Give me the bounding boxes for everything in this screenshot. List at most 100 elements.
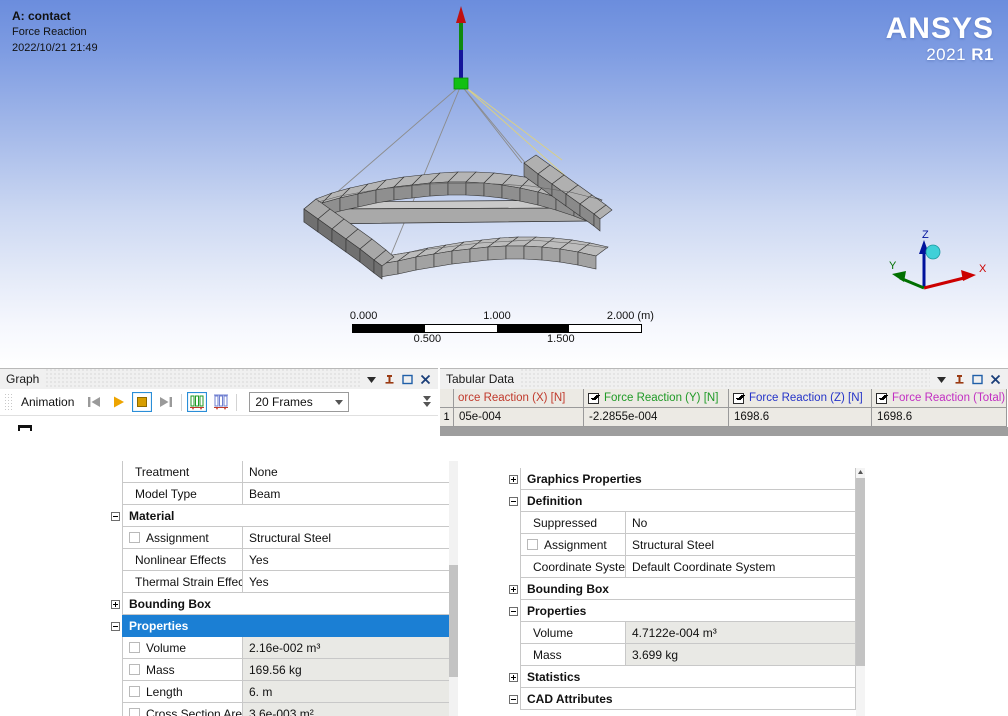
toolbar-overflow-icon[interactable]: [421, 392, 433, 412]
property-category-label[interactable]: Statistics: [520, 666, 856, 688]
property-category-row[interactable]: CAD Attributes: [506, 688, 856, 710]
right-details-property-grid[interactable]: Graphics Properties Definition Suppressed N…: [506, 468, 856, 710]
property-row[interactable]: Volume 4.7122e-004 m³: [506, 622, 856, 644]
step-forward-icon[interactable]: [156, 392, 176, 412]
property-row[interactable]: Suppressed No: [506, 512, 856, 534]
property-value-cell[interactable]: 169.56 kg: [242, 659, 454, 681]
property-value-cell[interactable]: 3.6e-003 m²: [242, 703, 454, 716]
table-cell[interactable]: 05e-004: [454, 408, 584, 427]
stop-icon[interactable]: [132, 391, 153, 413]
property-row[interactable]: Assignment Structural Steel: [108, 527, 454, 549]
property-category-row[interactable]: Definition: [506, 490, 856, 512]
expand-icon[interactable]: [508, 584, 518, 594]
property-category-label[interactable]: Properties: [520, 600, 856, 622]
table-row[interactable]: 1 05e-004 -2.2855e-004 1698.6 1698.6: [440, 408, 1008, 427]
property-expander[interactable]: [506, 578, 520, 600]
property-category-row[interactable]: Properties: [108, 615, 454, 637]
collapse-icon[interactable]: [508, 694, 518, 704]
frames-dropdown[interactable]: 20 Frames: [249, 392, 350, 412]
tabular-data-grid[interactable]: orce Reaction (X) [N] Force Reaction (Y) …: [440, 389, 1008, 427]
axis-triad[interactable]: Z X Y: [880, 228, 990, 298]
property-row[interactable]: Coordinate System Default Coordinate Syst…: [506, 556, 856, 578]
property-category-label[interactable]: CAD Attributes: [520, 688, 856, 710]
distribute-bars-icon[interactable]: [187, 391, 208, 413]
property-row[interactable]: Model Type Beam: [108, 483, 454, 505]
property-value-cell[interactable]: No: [625, 512, 856, 534]
property-value-cell[interactable]: 2.16e-002 m³: [242, 637, 454, 659]
property-checkbox[interactable]: [129, 686, 140, 697]
tabular-column-header[interactable]: Force Reaction (Z) [N]: [729, 389, 872, 408]
left-details-property-grid[interactable]: Treatment None Model Type Beam Material Assig…: [108, 461, 454, 716]
table-cell[interactable]: -2.2855e-004: [584, 408, 729, 427]
property-category-row[interactable]: Material: [108, 505, 454, 527]
property-row[interactable]: Mass 3.699 kg: [506, 644, 856, 666]
row-index-cell[interactable]: 1: [440, 408, 454, 427]
tabular-corner-cell[interactable]: [440, 389, 454, 408]
property-category-row[interactable]: Bounding Box: [108, 593, 454, 615]
property-value-cell[interactable]: 6. m: [242, 681, 454, 703]
expand-icon[interactable]: [508, 672, 518, 682]
table-cell[interactable]: 1698.6: [872, 408, 1007, 427]
property-category-label[interactable]: Bounding Box: [520, 578, 856, 600]
property-value-cell[interactable]: 4.7122e-004 m³: [625, 622, 856, 644]
property-value-cell[interactable]: 3.699 kg: [625, 644, 856, 666]
property-checkbox[interactable]: [129, 664, 140, 675]
property-category-label[interactable]: Material: [122, 505, 454, 527]
pin-icon[interactable]: [384, 374, 395, 385]
property-value-cell[interactable]: Yes: [242, 571, 454, 593]
property-category-row[interactable]: Bounding Box: [506, 578, 856, 600]
property-value-cell[interactable]: Beam: [242, 483, 454, 505]
play-icon[interactable]: [108, 392, 128, 412]
property-checkbox[interactable]: [129, 708, 140, 716]
property-value-cell[interactable]: Default Coordinate System: [625, 556, 856, 578]
left-grid-scrollbar-thumb[interactable]: [449, 565, 458, 677]
property-category-row[interactable]: Properties: [506, 600, 856, 622]
property-row[interactable]: Nonlinear Effects Yes: [108, 549, 454, 571]
property-row[interactable]: Thermal Strain Effects Yes: [108, 571, 454, 593]
maximize-icon[interactable]: [972, 374, 983, 385]
right-grid-scrollbar-thumb[interactable]: [856, 478, 865, 666]
property-expander[interactable]: [108, 505, 122, 527]
property-expander[interactable]: [108, 593, 122, 615]
property-row[interactable]: Mass 169.56 kg: [108, 659, 454, 681]
property-category-label[interactable]: Graphics Properties: [520, 468, 856, 490]
tabular-column-header[interactable]: Force Reaction (Total): [872, 389, 1007, 408]
column-visibility-checkbox[interactable]: [876, 392, 887, 404]
distribute-bars-alt-icon[interactable]: [211, 392, 231, 412]
property-value-cell[interactable]: Structural Steel: [242, 527, 454, 549]
property-expander[interactable]: [506, 600, 520, 622]
property-expander[interactable]: [506, 490, 520, 512]
expand-icon[interactable]: [508, 474, 518, 484]
property-expander[interactable]: [108, 615, 122, 637]
table-cell[interactable]: 1698.6: [729, 408, 872, 427]
column-visibility-checkbox[interactable]: [733, 392, 744, 404]
chevron-down-icon[interactable]: [366, 374, 377, 385]
property-category-label[interactable]: Properties: [122, 615, 454, 637]
collapse-icon[interactable]: [110, 621, 120, 631]
property-row[interactable]: Length 6. m: [108, 681, 454, 703]
column-visibility-checkbox[interactable]: [588, 392, 599, 404]
tabular-horizontal-scrollbar[interactable]: [440, 427, 1008, 436]
close-icon[interactable]: [990, 374, 1001, 385]
expand-icon[interactable]: [110, 599, 120, 609]
property-category-row[interactable]: Graphics Properties: [506, 468, 856, 490]
property-expander[interactable]: [506, 688, 520, 710]
property-value-cell[interactable]: Yes: [242, 549, 454, 571]
property-category-row[interactable]: Statistics: [506, 666, 856, 688]
scroll-up-icon[interactable]: [856, 468, 865, 477]
tabular-column-header[interactable]: Force Reaction (Y) [N]: [584, 389, 729, 408]
property-category-label[interactable]: Definition: [520, 490, 856, 512]
property-value-cell[interactable]: Structural Steel: [625, 534, 856, 556]
property-checkbox[interactable]: [527, 539, 538, 550]
tabular-column-header[interactable]: orce Reaction (X) [N]: [454, 389, 584, 408]
property-expander[interactable]: [506, 666, 520, 688]
step-back-icon[interactable]: [84, 392, 104, 412]
property-row[interactable]: Treatment None: [108, 461, 454, 483]
property-row[interactable]: Assignment Structural Steel: [506, 534, 856, 556]
property-expander[interactable]: [506, 468, 520, 490]
maximize-icon[interactable]: [402, 374, 413, 385]
collapse-icon[interactable]: [110, 511, 120, 521]
left-grid-scrollbar[interactable]: [449, 461, 458, 716]
close-icon[interactable]: [420, 374, 431, 385]
property-value-cell[interactable]: None: [242, 461, 454, 483]
